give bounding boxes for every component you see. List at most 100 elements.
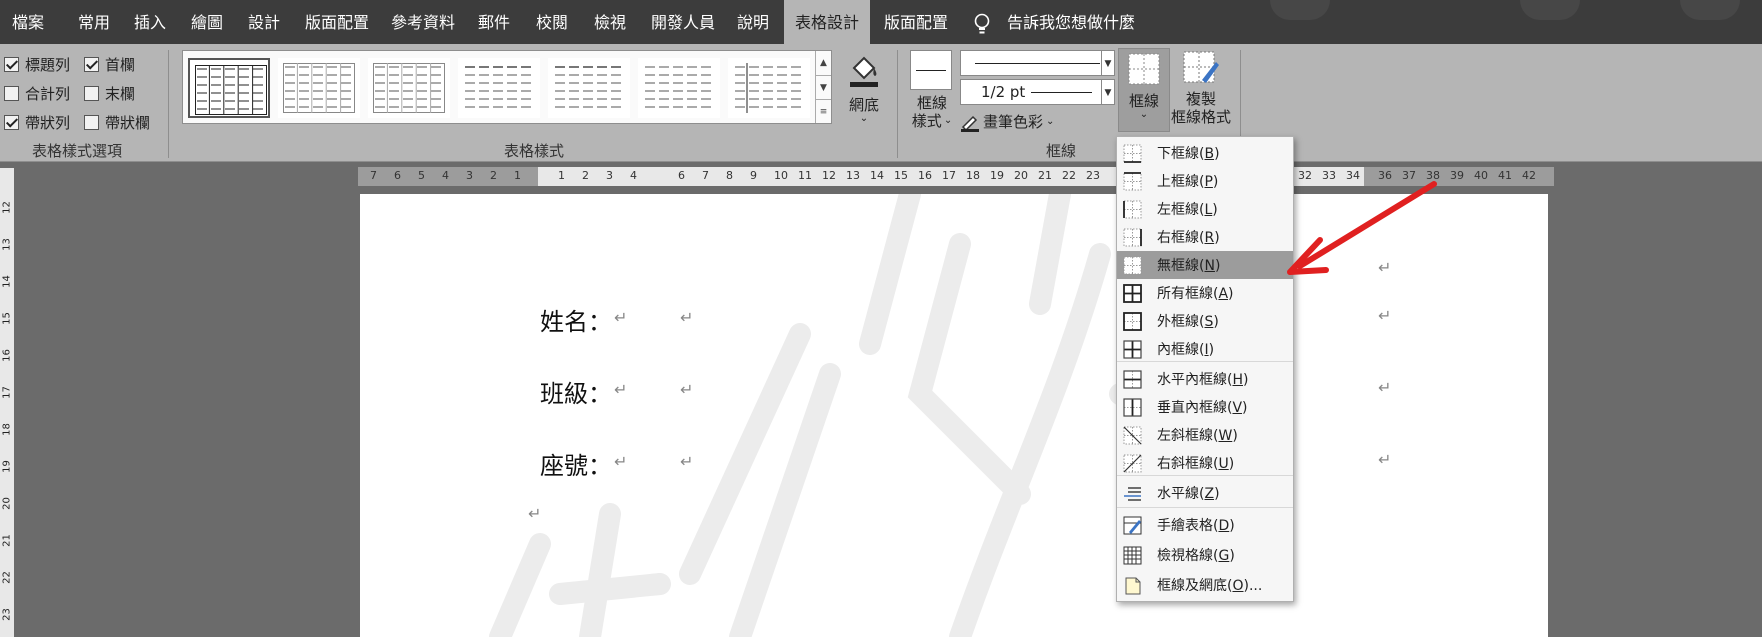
ruler-number: 18 [1, 423, 13, 436]
menu-tab-10[interactable]: 開發人員 [651, 0, 715, 44]
menu-tab-9[interactable]: 檢視 [594, 0, 626, 44]
checkbox-icon[interactable] [4, 114, 19, 130]
menu-tab-7[interactable]: 郵件 [478, 0, 510, 44]
paint-bucket-icon [850, 56, 878, 87]
ruler-number: 19 [1, 460, 13, 473]
checkbox-icon[interactable] [84, 56, 99, 72]
menu-tab-13[interactable]: 版面配置 [884, 0, 948, 44]
ruler-number: 3 [606, 169, 613, 182]
borders-menu-item[interactable]: 所有框線(A) [1117, 279, 1293, 307]
gallery-more[interactable]: ≡ [815, 99, 831, 123]
checkbox-icon[interactable] [4, 56, 19, 72]
pen-color-button[interactable]: 畫筆色彩 ⌄ [960, 110, 1054, 134]
borders-menu-item[interactable]: 右斜框線(U) [1117, 449, 1293, 477]
option-2[interactable]: 合計列 [4, 83, 70, 103]
lightbulb-icon [974, 13, 990, 34]
borders-menu-item[interactable]: 左斜框線(W) [1117, 421, 1293, 449]
table-styles-gallery[interactable]: ▲ ▼ ≡ [182, 50, 832, 124]
ruler-number: 17 [942, 169, 956, 182]
ruler-number: 15 [1, 312, 13, 325]
menu-item-label: 上框線(P) [1157, 174, 1219, 190]
checkbox-icon[interactable] [4, 85, 19, 101]
borders-menu-item[interactable]: 框線及網底(O)... [1117, 571, 1293, 599]
border-styles-button[interactable]: 框線 樣式 ⌄ [910, 50, 954, 130]
menu-tab-5[interactable]: 版面配置 [305, 0, 369, 44]
menu-tab-12[interactable]: 表格設計 [784, 0, 870, 44]
menu-tab-3[interactable]: 繪圖 [191, 0, 223, 44]
borders-and-shading-icon [1123, 576, 1142, 595]
table-style-swatch[interactable] [638, 58, 720, 118]
borders-menu-item[interactable]: 右框線(R) [1117, 223, 1293, 251]
form-field-label[interactable]: 姓名： [540, 302, 612, 337]
vertical-ruler[interactable]: 12 13 14 15 16 17 18 19 20 21 22 23 [0, 168, 14, 637]
line-weight-dropdown[interactable]: 1/2 pt [960, 79, 1115, 105]
menu-tab-4[interactable]: 設計 [248, 0, 280, 44]
borders-menu-item[interactable]: 左框線(L) [1117, 195, 1293, 223]
ruler-number: 10 [774, 169, 788, 182]
option-0[interactable]: 標題列 [4, 54, 70, 74]
table-style-swatch[interactable] [728, 58, 810, 118]
ribbon: 標題列 首欄 合計列 末欄 帶狀列 帶狀欄 表格樣式選項 ▲ ▼ ≡ 表格樣式 網底 ⌄ … [0, 44, 1762, 162]
borders-menu-item[interactable]: 無框線(N) [1117, 251, 1293, 279]
chevron-down-icon: ⌄ [943, 115, 953, 126]
option-3[interactable]: 末欄 [84, 83, 135, 103]
table-style-swatch[interactable] [278, 58, 360, 118]
menu-tab-8[interactable]: 校閱 [536, 0, 568, 44]
ruler-number: 41 [1498, 169, 1512, 182]
borders-menu-item[interactable]: 手繪表格(D) [1117, 511, 1293, 539]
menu-tab-1[interactable]: 常用 [78, 0, 110, 44]
border-painter-button[interactable]: 複製 框線格式 [1170, 50, 1232, 134]
shading-button[interactable]: 網底 ⌄ [842, 52, 886, 132]
menu-tab-11[interactable]: 說明 [737, 0, 769, 44]
ruler-number: 16 [1, 349, 13, 362]
borders-menu-item[interactable]: 內框線(I) [1117, 335, 1293, 363]
ruler-number: 13 [1, 238, 13, 251]
borders-menu-item[interactable]: 外框線(S) [1117, 307, 1293, 335]
border-styles-label-1: 框線 [916, 94, 947, 112]
option-1[interactable]: 首欄 [84, 54, 135, 74]
table-style-swatch[interactable] [548, 58, 630, 118]
menu-item-label: 左框線(L) [1157, 202, 1218, 218]
ruler-number: 15 [894, 169, 908, 182]
form-field-label[interactable]: 座號： [540, 446, 612, 481]
option-label: 帶狀列 [25, 113, 71, 132]
borders-menu-item[interactable]: 檢視格線(G) [1117, 541, 1293, 569]
ruler-number: 6 [394, 169, 401, 182]
table-style-swatch[interactable] [188, 58, 270, 118]
paragraph-mark: ↵ [680, 380, 694, 399]
option-label: 標題列 [25, 55, 71, 74]
option-label: 合計列 [25, 84, 71, 103]
option-label: 末欄 [105, 84, 136, 103]
line-style-dropdown[interactable] [960, 50, 1115, 76]
paragraph-mark: ↵ [1378, 378, 1392, 397]
borders-button[interactable]: 框線 ⌄ [1118, 48, 1170, 132]
menu-tab-2[interactable]: 插入 [134, 0, 166, 44]
borders-menu-item[interactable]: 水平內框線(H) [1117, 365, 1293, 393]
borders-menu-item[interactable]: 垂直內框線(V) [1117, 393, 1293, 421]
ruler-number: 7 [370, 169, 377, 182]
ruler-number: 7 [702, 169, 709, 182]
borders-menu-item[interactable]: 上框線(P) [1117, 167, 1293, 195]
borders-menu-item[interactable]: 下框線(B) [1117, 139, 1293, 167]
checkbox-icon[interactable] [84, 85, 99, 101]
tell-me-search[interactable]: 告訴我您想做什麼 [1007, 0, 1135, 44]
gallery-scroll-up[interactable]: ▲ [815, 51, 831, 75]
ruler-number: 2 [490, 169, 497, 182]
option-5[interactable]: 帶狀欄 [84, 112, 150, 132]
table-style-swatch[interactable] [368, 58, 450, 118]
line-weight-arrow[interactable]: ▼ [1101, 79, 1115, 105]
gallery-scroll-down[interactable]: ▼ [815, 75, 831, 99]
borders-menu-item[interactable]: 水平線(Z) [1117, 479, 1293, 507]
checkbox-icon[interactable] [84, 114, 99, 130]
ruler-number: 20 [1014, 169, 1028, 182]
option-4[interactable]: 帶狀列 [4, 112, 70, 132]
menu-tab-0[interactable]: 檔案 [12, 0, 44, 44]
menu-tab-6[interactable]: 參考資料 [391, 0, 455, 44]
form-field-label[interactable]: 班級： [540, 374, 612, 409]
inside-borders-icon [1123, 340, 1142, 359]
menu-item-label: 水平線(Z) [1157, 486, 1220, 502]
table-style-swatch[interactable] [458, 58, 540, 118]
line-style-arrow[interactable]: ▼ [1101, 50, 1115, 76]
ruler-number: 12 [822, 169, 836, 182]
menu-separator [1117, 507, 1293, 508]
